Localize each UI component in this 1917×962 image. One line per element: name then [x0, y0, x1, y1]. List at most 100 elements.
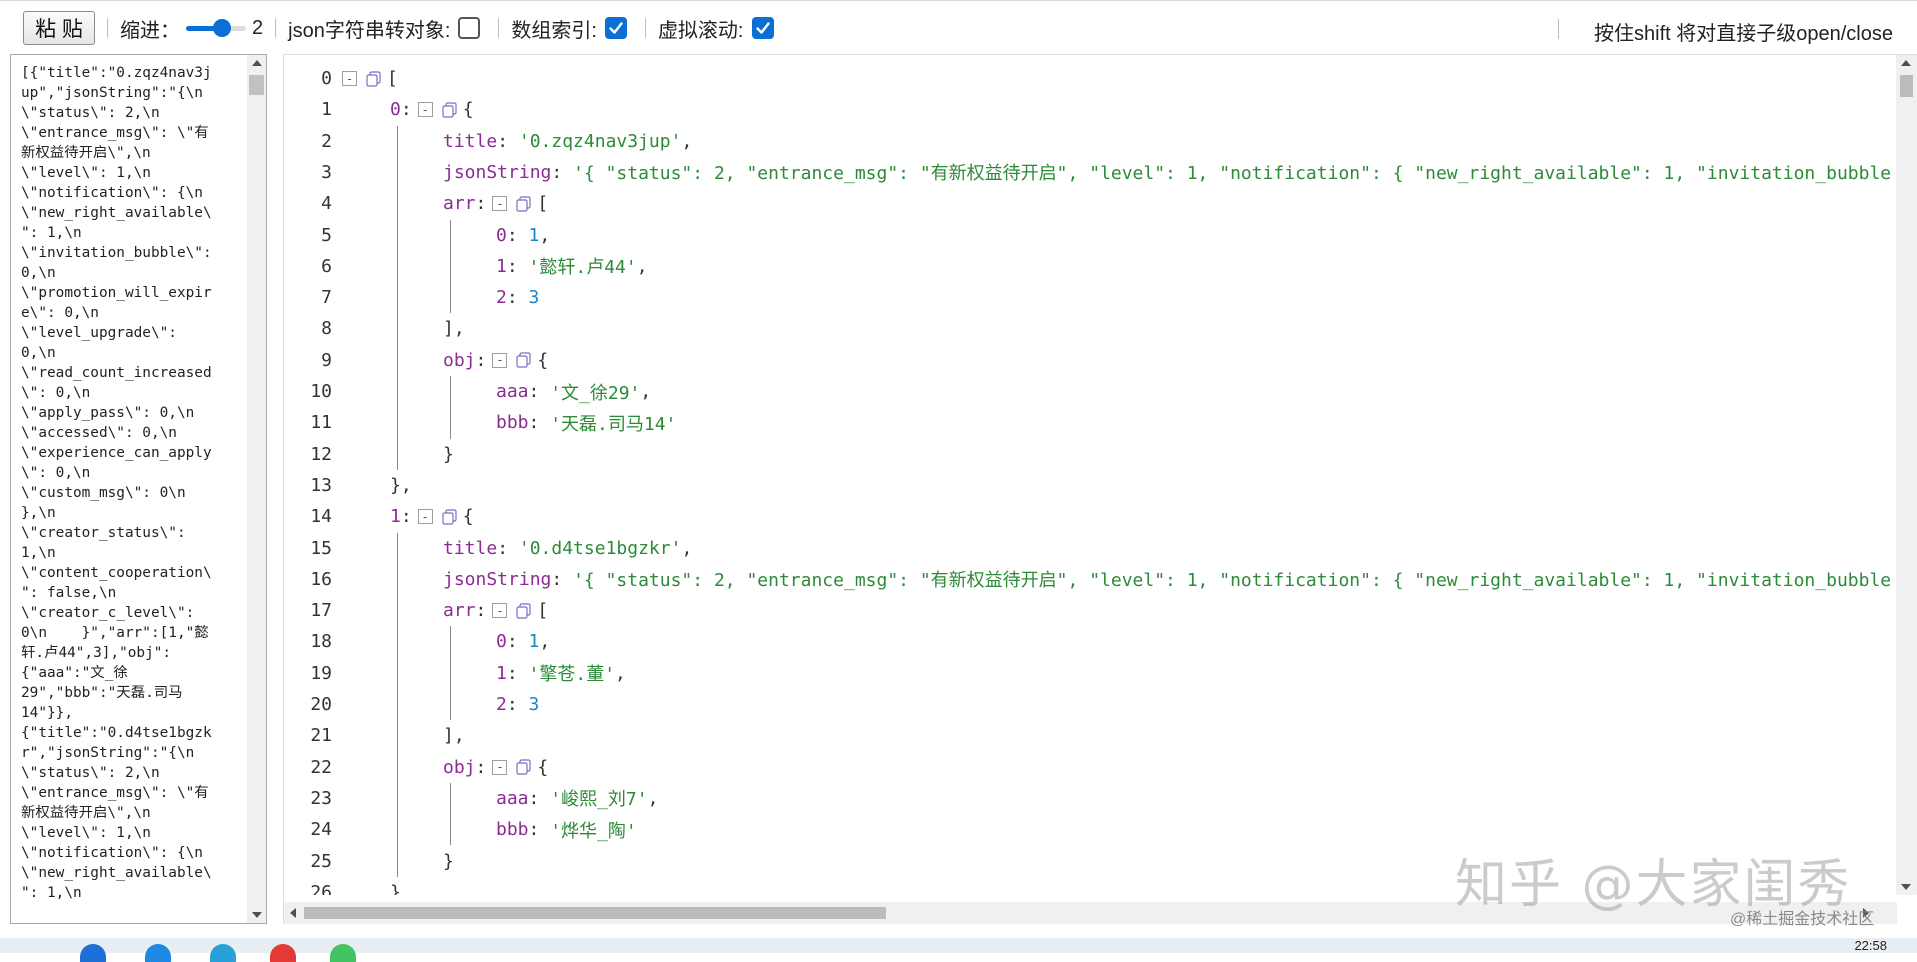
virtual-scroll-checkbox[interactable] — [751, 17, 774, 39]
raw-json-line: 0,\n — [21, 345, 56, 361]
json-comma: , — [640, 381, 652, 402]
raw-json-line: \"notification\": {\n — [21, 845, 203, 861]
json-line-content: 2: 3 — [496, 287, 539, 308]
json-bracket-open: { — [537, 756, 549, 778]
json-line-content: aaa: '峻熙_刘7', — [496, 785, 658, 811]
json-space — [518, 225, 529, 246]
viewer-vertical-scrollbar[interactable] — [1896, 55, 1917, 895]
line-number: 1 — [321, 99, 332, 121]
json-colon: : — [497, 537, 509, 559]
line-number: 14 — [310, 506, 332, 528]
indent-slider[interactable] — [186, 18, 246, 38]
json-string-value: '懿轩.卢44' — [528, 257, 637, 279]
json-line-content: 0: 1, — [496, 225, 550, 246]
raw-json-line: \"custom_msg\": 0\n — [21, 485, 186, 501]
json-comma: , — [681, 130, 693, 152]
json-comma: , — [615, 662, 626, 684]
line-number: 10 — [310, 381, 332, 402]
raw-json-line: \"level\": 1,\n — [21, 825, 151, 841]
indent-slider-thumb[interactable] — [213, 19, 231, 37]
toolbar-divider — [107, 18, 108, 38]
copy-icon[interactable] — [441, 508, 459, 526]
copy-icon[interactable] — [515, 195, 533, 213]
json-string-checkbox[interactable] — [458, 17, 481, 39]
raw-json-line: up","jsonString":"{\n — [21, 85, 203, 101]
copy-icon[interactable] — [365, 70, 383, 88]
raw-json-scrollbar[interactable] — [247, 55, 266, 923]
json-line-content: arr: - [ — [443, 600, 548, 621]
json-number-value: 3 — [528, 694, 540, 715]
json-colon: : — [506, 224, 518, 246]
taskbar-app-icon[interactable] — [145, 944, 171, 962]
line-number: 9 — [321, 349, 332, 371]
paste-button[interactable]: 粘 贴 — [23, 11, 95, 45]
raw-json-line: \": 0,\n — [21, 465, 91, 481]
viewer-horizontal-scroll-thumb[interactable] — [304, 907, 886, 919]
json-key: title — [443, 537, 498, 559]
json-key: jsonString — [443, 568, 552, 590]
json-key: obj — [443, 349, 476, 371]
json-line-content: obj: - { — [443, 350, 548, 371]
scroll-down-icon[interactable] — [252, 912, 262, 918]
collapse-toggle[interactable]: - — [492, 759, 508, 775]
scroll-left-icon[interactable] — [290, 908, 296, 918]
taskbar-app-icon[interactable] — [330, 944, 356, 962]
taskbar-app-icon[interactable] — [210, 944, 236, 962]
json-colon: : — [528, 381, 540, 402]
collapse-toggle[interactable]: - — [492, 352, 508, 368]
collapse-toggle[interactable]: - — [492, 196, 508, 212]
json-line-content: ], — [443, 318, 465, 339]
json-string-value: '0.d4tse1bgzkr' — [518, 537, 682, 559]
raw-json-line: 0,\n — [21, 265, 56, 281]
json-string-value: '峻熙_刘7' — [550, 789, 648, 811]
json-string-value: '0.zqz4nav3jup' — [518, 130, 682, 152]
json-line-content: } — [443, 444, 454, 465]
json-bracket-open: { — [537, 349, 549, 371]
raw-json-line: ": false,\n — [21, 585, 117, 601]
json-bracket-open: [ — [537, 193, 549, 215]
copy-icon[interactable] — [515, 602, 533, 620]
collapse-toggle[interactable]: - — [492, 603, 508, 619]
json-line-content: 0: 1, — [496, 631, 550, 652]
line-number: 17 — [310, 600, 332, 622]
json-tree-viewer: 0-[1 0: -{2 title: '0.zqz4nav3jup', 3 jsonStr… — [283, 54, 1917, 924]
array-index-checkbox[interactable] — [604, 17, 627, 39]
taskbar-app-icon[interactable] — [80, 944, 106, 962]
json-colon: : — [506, 287, 518, 309]
indent-value: 2 — [252, 16, 264, 39]
collapse-toggle[interactable]: - — [342, 71, 357, 86]
scroll-up-icon[interactable] — [252, 60, 262, 66]
json-key: aaa — [496, 787, 529, 809]
line-number: 2 — [321, 130, 332, 152]
copy-icon[interactable] — [515, 351, 533, 369]
json-bracket-close: }, — [390, 474, 412, 496]
json-colon: : — [475, 600, 487, 622]
json-comma: , — [681, 537, 693, 559]
raw-json-line: \"level_upgrade\": — [21, 325, 177, 341]
copy-icon[interactable] — [441, 101, 459, 119]
json-line-content: bbb: '烨华_陶' — [496, 817, 637, 843]
indent-guide — [450, 376, 451, 439]
collapse-toggle[interactable]: - — [417, 509, 433, 525]
raw-json-textarea[interactable]: [{"title":"0.zqz4nav3j up","jsonString":"… — [10, 54, 267, 924]
raw-json-scroll-thumb[interactable] — [249, 75, 264, 95]
json-line-content: 2: 3 — [496, 694, 539, 715]
json-string-value: '烨华_陶' — [550, 820, 637, 842]
raw-json-line: \"accessed\": 0,\n — [21, 425, 177, 441]
raw-json-line: },\n — [21, 505, 56, 521]
indent-guide — [450, 219, 451, 314]
collapse-toggle[interactable]: - — [417, 102, 433, 118]
viewer-vertical-scroll-thumb[interactable] — [1900, 75, 1913, 97]
json-line-content: jsonString: '{ "status": 2, "entrance_ms… — [443, 159, 1894, 185]
raw-json-line: 1,\n — [21, 545, 56, 561]
raw-json-line: \"invitation_bubble\": — [21, 245, 212, 261]
copy-icon[interactable] — [515, 758, 533, 776]
json-bracket-open: { — [462, 99, 474, 121]
json-colon: : — [551, 568, 563, 590]
json-line-content: arr: - [ — [443, 193, 548, 214]
scroll-up-icon[interactable] — [1901, 60, 1911, 66]
taskbar-app-icon[interactable] — [270, 944, 296, 962]
json-space — [518, 694, 529, 715]
json-key: 0 — [496, 224, 507, 246]
scroll-down-icon[interactable] — [1901, 884, 1911, 890]
